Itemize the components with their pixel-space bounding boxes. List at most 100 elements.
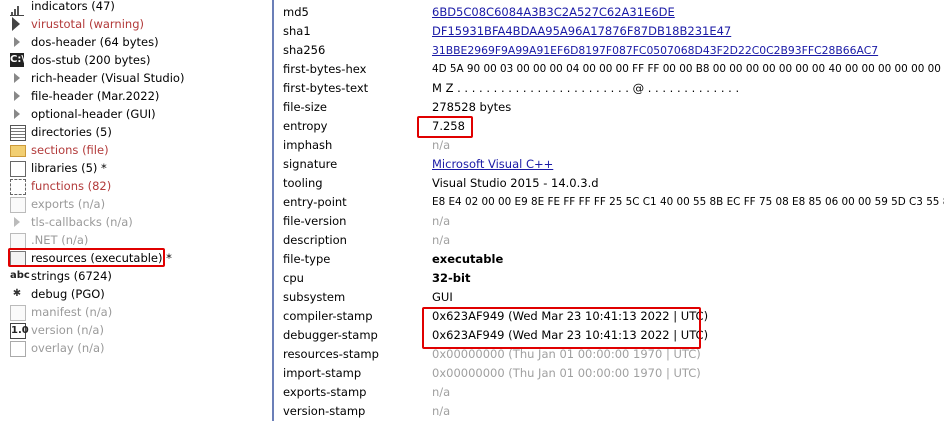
property-row-exports-stamp: exports-stamp n/a bbox=[276, 383, 944, 402]
stamps-highlight-box bbox=[422, 307, 701, 349]
property-value: Visual Studio 2015 - 14.0.3.d bbox=[432, 176, 599, 190]
tree-item-label: exports (n/a) bbox=[31, 197, 106, 211]
property-value: n/a bbox=[432, 404, 451, 418]
expand-arrow-icon bbox=[14, 109, 20, 119]
property-row-cpu: cpu 32-bit bbox=[276, 269, 944, 288]
manifest-icon bbox=[10, 305, 26, 321]
property-name: file-type bbox=[283, 252, 331, 266]
property-value: n/a bbox=[432, 138, 451, 152]
tree-item-label: optional-header (GUI) bbox=[31, 107, 156, 121]
tree-item-label: manifest (n/a) bbox=[31, 305, 113, 319]
tree-panel: indicators (47) virustotal (warning) dos-h… bbox=[0, 0, 274, 421]
property-name: entropy bbox=[283, 119, 328, 133]
property-row-file-version: file-version n/a bbox=[276, 212, 944, 231]
property-value[interactable]: 31BBE2969F9A99A91EF6D8197F087FC0507068D4… bbox=[432, 41, 878, 60]
bug-icon: ✱ bbox=[12, 288, 22, 299]
property-row-file-size: file-size 278528 bytes bbox=[276, 98, 944, 117]
abc-icon: abc bbox=[10, 270, 30, 281]
property-name: sha1 bbox=[283, 24, 311, 38]
property-value: executable bbox=[432, 252, 504, 266]
folder-icon bbox=[10, 145, 26, 157]
property-name: first-bytes-hex bbox=[283, 62, 367, 76]
property-row-description: description n/a bbox=[276, 231, 944, 250]
property-value: M Z . . . . . . . . . . . . . . . . . . … bbox=[432, 81, 740, 95]
property-name: compiler-stamp bbox=[283, 309, 373, 323]
property-value[interactable]: Microsoft Visual C++ bbox=[432, 155, 553, 174]
virustotal-icon bbox=[12, 17, 20, 31]
property-name: imphash bbox=[283, 138, 333, 152]
tree-item-label: overlay (n/a) bbox=[31, 341, 105, 355]
property-value[interactable]: DF15931BFA4BDAA95A96A17876F87DB18B231E47 bbox=[432, 22, 731, 41]
tree-item-label: tls-callbacks (n/a) bbox=[31, 215, 133, 229]
property-value: n/a bbox=[432, 214, 451, 228]
property-row-first-bytes-hex: first-bytes-hex 4D 5A 90 00 03 00 00 00 0… bbox=[276, 60, 944, 79]
functions-icon bbox=[10, 179, 26, 195]
property-row-md5: md5 6BD5C08C6084A3B3C2A527C62A31E6DE bbox=[276, 3, 944, 22]
tree-item-label: libraries (5) * bbox=[31, 161, 107, 175]
property-name: import-stamp bbox=[283, 366, 362, 380]
property-row-first-bytes-text: first-bytes-text M Z . . . . . . . . . . … bbox=[276, 79, 944, 98]
bar-chart-icon bbox=[10, 1, 24, 16]
property-value: n/a bbox=[432, 233, 451, 247]
entropy-highlight-box bbox=[417, 116, 473, 138]
property-name: debugger-stamp bbox=[283, 328, 378, 342]
library-icon bbox=[10, 161, 26, 177]
property-row-tooling: tooling Visual Studio 2015 - 14.0.3.d bbox=[276, 174, 944, 193]
property-value: 32-bit bbox=[432, 271, 471, 285]
tree-item-label: indicators (47) bbox=[31, 0, 115, 13]
tree-item-label: .NET (n/a) bbox=[31, 233, 89, 247]
property-name: file-size bbox=[283, 100, 327, 114]
property-row-file-type: file-type executable bbox=[276, 250, 944, 269]
tree-item-label: rich-header (Visual Studio) bbox=[31, 71, 185, 85]
property-name: description bbox=[283, 233, 347, 247]
property-row-version-stamp: version-stamp n/a bbox=[276, 402, 944, 421]
tree-item-label: directories (5) bbox=[31, 125, 112, 139]
property-value: 0x00000000 (Thu Jan 01 00:00:00 1970 | U… bbox=[432, 366, 701, 380]
property-name: file-version bbox=[283, 214, 347, 228]
expand-arrow-icon bbox=[14, 73, 20, 83]
property-name: first-bytes-text bbox=[283, 81, 369, 95]
tree-item-label: version (n/a) bbox=[31, 323, 104, 337]
tree-item-label: debug (PGO) bbox=[31, 287, 105, 301]
dos-icon: C:\ bbox=[10, 53, 25, 67]
property-name: cpu bbox=[283, 271, 304, 285]
property-row-sha256: sha256 31BBE2969F9A99A91EF6D8197F087FC050… bbox=[276, 41, 944, 60]
property-row-signature: signature Microsoft Visual C++ bbox=[276, 155, 944, 174]
exports-icon bbox=[10, 197, 26, 213]
grid-icon bbox=[10, 125, 26, 141]
property-name: signature bbox=[283, 157, 338, 171]
tree-item-label: dos-header (64 bytes) bbox=[31, 35, 159, 49]
property-row-subsystem: subsystem GUI bbox=[276, 288, 944, 307]
property-row-entropy: entropy 7.258 bbox=[276, 117, 944, 136]
properties-panel: md5 6BD5C08C6084A3B3C2A527C62A31E6DE sha1 D… bbox=[276, 0, 944, 421]
property-value[interactable]: 6BD5C08C6084A3B3C2A527C62A31E6DE bbox=[432, 3, 675, 22]
property-row-sha1: sha1 DF15931BFA4BDAA95A96A17876F87DB18B23… bbox=[276, 22, 944, 41]
expand-arrow-icon bbox=[14, 91, 20, 101]
property-name: sha256 bbox=[283, 43, 326, 57]
tree-item-label: functions (82) bbox=[31, 179, 112, 193]
property-name: entry-point bbox=[283, 195, 347, 209]
property-value: 4D 5A 90 00 03 00 00 00 04 00 00 00 FF F… bbox=[432, 63, 944, 75]
expand-arrow-icon bbox=[14, 37, 20, 47]
property-name: subsystem bbox=[283, 290, 346, 304]
property-name: exports-stamp bbox=[283, 385, 367, 399]
property-row-import-stamp: import-stamp 0x00000000 (Thu Jan 01 00:00… bbox=[276, 364, 944, 383]
tree-item-label: sections (file) bbox=[31, 143, 109, 157]
tree-item-label: dos-stub (200 bytes) bbox=[31, 53, 151, 67]
property-row-entry-point: entry-point E8 E4 02 00 00 E9 8E FE FF FF… bbox=[276, 193, 944, 212]
property-value: GUI bbox=[432, 290, 453, 304]
document-icon bbox=[10, 341, 26, 357]
expand-arrow-icon bbox=[14, 217, 20, 227]
tree-item-label: virustotal (warning) bbox=[31, 17, 144, 31]
property-name: resources-stamp bbox=[283, 347, 379, 361]
property-name: md5 bbox=[283, 5, 309, 19]
tree-item-label: strings (6724) bbox=[31, 269, 112, 283]
property-value: E8 E4 02 00 00 E9 8E FE FF FF FF 25 5C C… bbox=[432, 196, 944, 208]
tree-item-label: file-header (Mar.2022) bbox=[31, 89, 160, 103]
version-icon: 1.0 bbox=[10, 323, 29, 339]
dotnet-icon bbox=[10, 233, 26, 249]
property-value: n/a bbox=[432, 385, 451, 399]
resources-highlight-box bbox=[8, 248, 165, 267]
property-name: version-stamp bbox=[283, 404, 366, 418]
property-row-imphash: imphash n/a bbox=[276, 136, 944, 155]
